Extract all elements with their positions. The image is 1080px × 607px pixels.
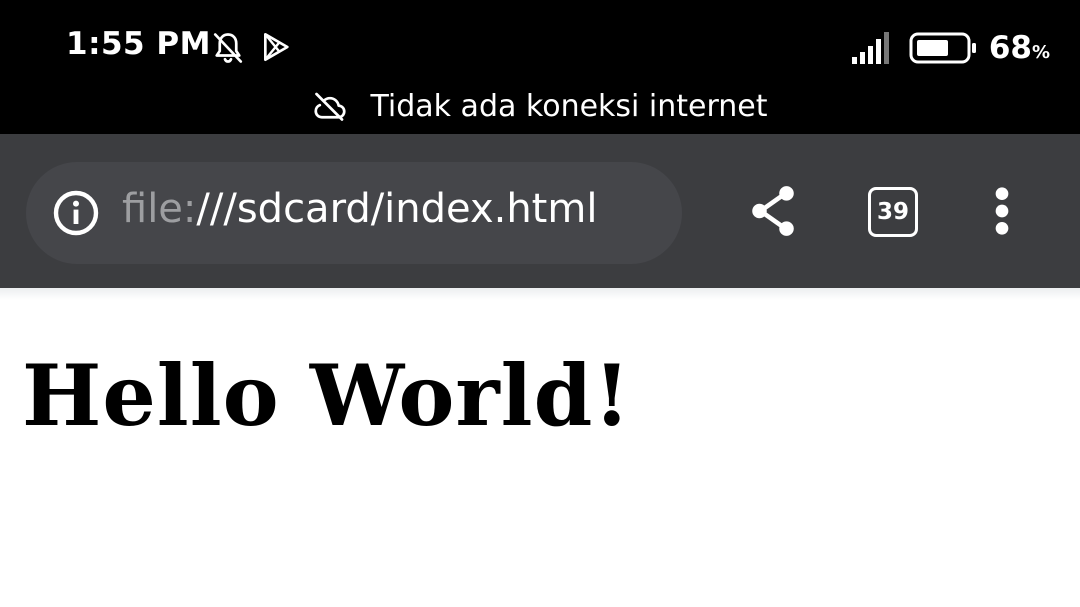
status-bar: 1:55 PM 68% Tidak ada koneksi internet	[0, 0, 1080, 134]
web-page-content: Hello World!	[0, 288, 1080, 607]
info-icon[interactable]	[52, 189, 100, 237]
offline-message: Tidak ada koneksi internet	[370, 88, 768, 124]
battery-percent-value: 68	[988, 30, 1032, 66]
offline-banner: Tidak ada koneksi internet	[0, 86, 1080, 126]
page-heading: Hello World!	[22, 346, 632, 445]
bell-off-icon	[213, 33, 243, 63]
battery-icon	[909, 32, 976, 64]
tab-count: 39	[876, 199, 909, 225]
battery-percent: 68%	[989, 30, 1050, 66]
browser-toolbar: file:///sdcard/index.html 39	[0, 134, 1080, 288]
toolbar-shadow	[0, 288, 1080, 300]
status-time: 1:55 PM	[66, 26, 211, 62]
play-store-icon	[264, 33, 289, 61]
share-icon[interactable]	[748, 184, 798, 238]
battery-percent-sign: %	[1031, 42, 1050, 63]
url-path: ///sdcard/index.html	[196, 186, 598, 232]
status-right-group: 68%	[851, 28, 1050, 68]
address-bar[interactable]: file:///sdcard/index.html	[26, 162, 682, 264]
signal-icon	[851, 32, 889, 64]
tab-switcher-button[interactable]: 39	[868, 187, 918, 237]
more-menu-icon[interactable]	[986, 186, 1018, 236]
url-text[interactable]: file:///sdcard/index.html	[122, 186, 597, 232]
cloud-off-icon	[314, 92, 347, 121]
url-scheme: file:	[122, 186, 197, 232]
